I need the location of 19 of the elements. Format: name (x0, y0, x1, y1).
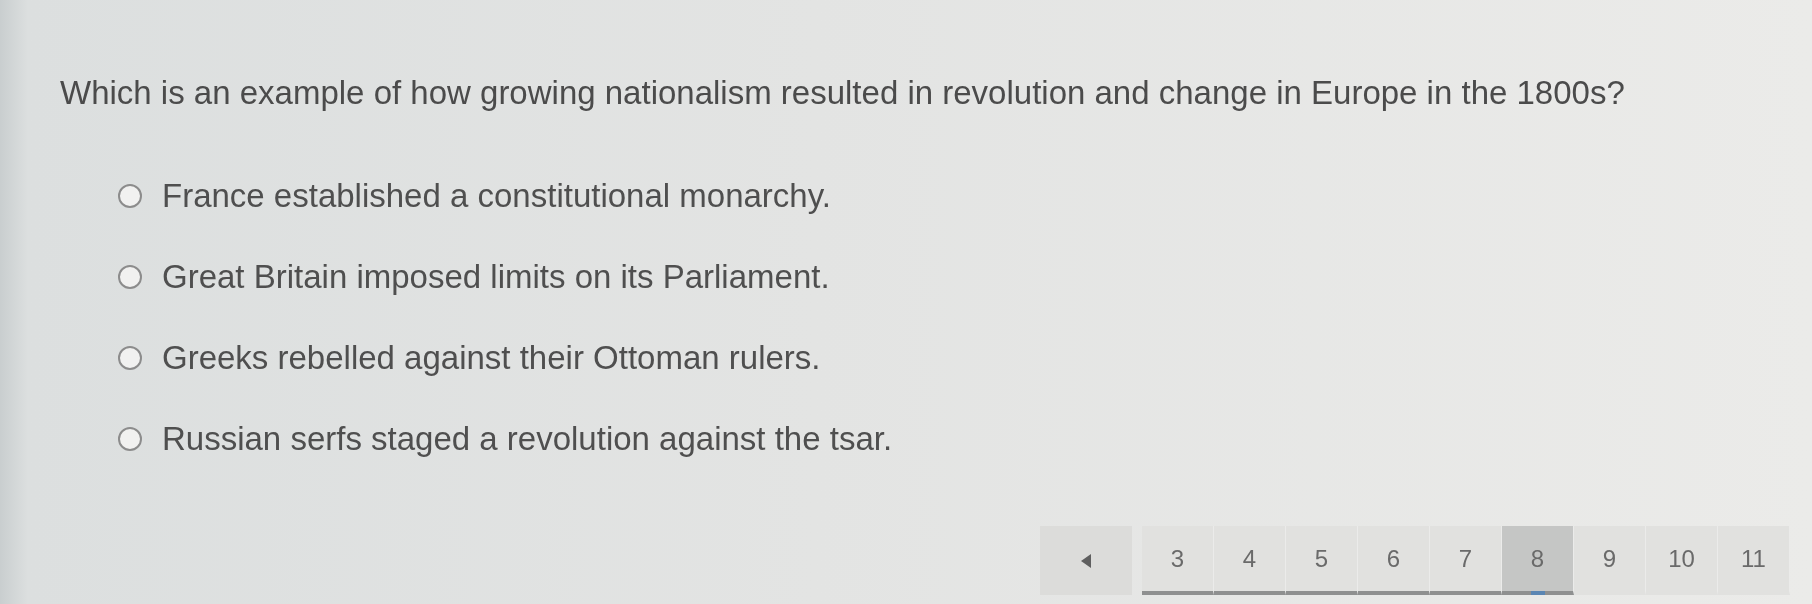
page-number-button[interactable]: 4 (1214, 526, 1286, 595)
radio-button[interactable] (118, 346, 142, 370)
radio-button[interactable] (118, 184, 142, 208)
answer-option[interactable]: Great Britain imposed limits on its Parliament. (162, 258, 830, 296)
page-number-button[interactable]: 3 (1142, 526, 1214, 595)
page-number-button[interactable]: 10 (1646, 526, 1718, 595)
page-number-button[interactable]: 5 (1286, 526, 1358, 595)
answer-option[interactable]: Russian serfs staged a revolution against the tsar. (162, 420, 893, 458)
page-number-button[interactable]: 11 (1718, 526, 1790, 595)
page-number-button[interactable]: 7 (1430, 526, 1502, 595)
answer-option[interactable]: France established a constitutional monarchy. (162, 177, 831, 215)
page-number-button[interactable]: 9 (1574, 526, 1646, 595)
radio-button[interactable] (118, 427, 142, 451)
page-number-button[interactable]: 6 (1358, 526, 1430, 595)
radio-button[interactable] (118, 265, 142, 289)
question-text: Which is an example of how growing nationalism resulted in revolution and change in Europe in the 1800s? (60, 74, 1625, 112)
caret-left-icon (1081, 553, 1091, 568)
answer-option[interactable]: Greeks rebelled against their Ottoman rulers. (162, 339, 821, 377)
page-number-button[interactable]: 8 (1502, 526, 1574, 595)
